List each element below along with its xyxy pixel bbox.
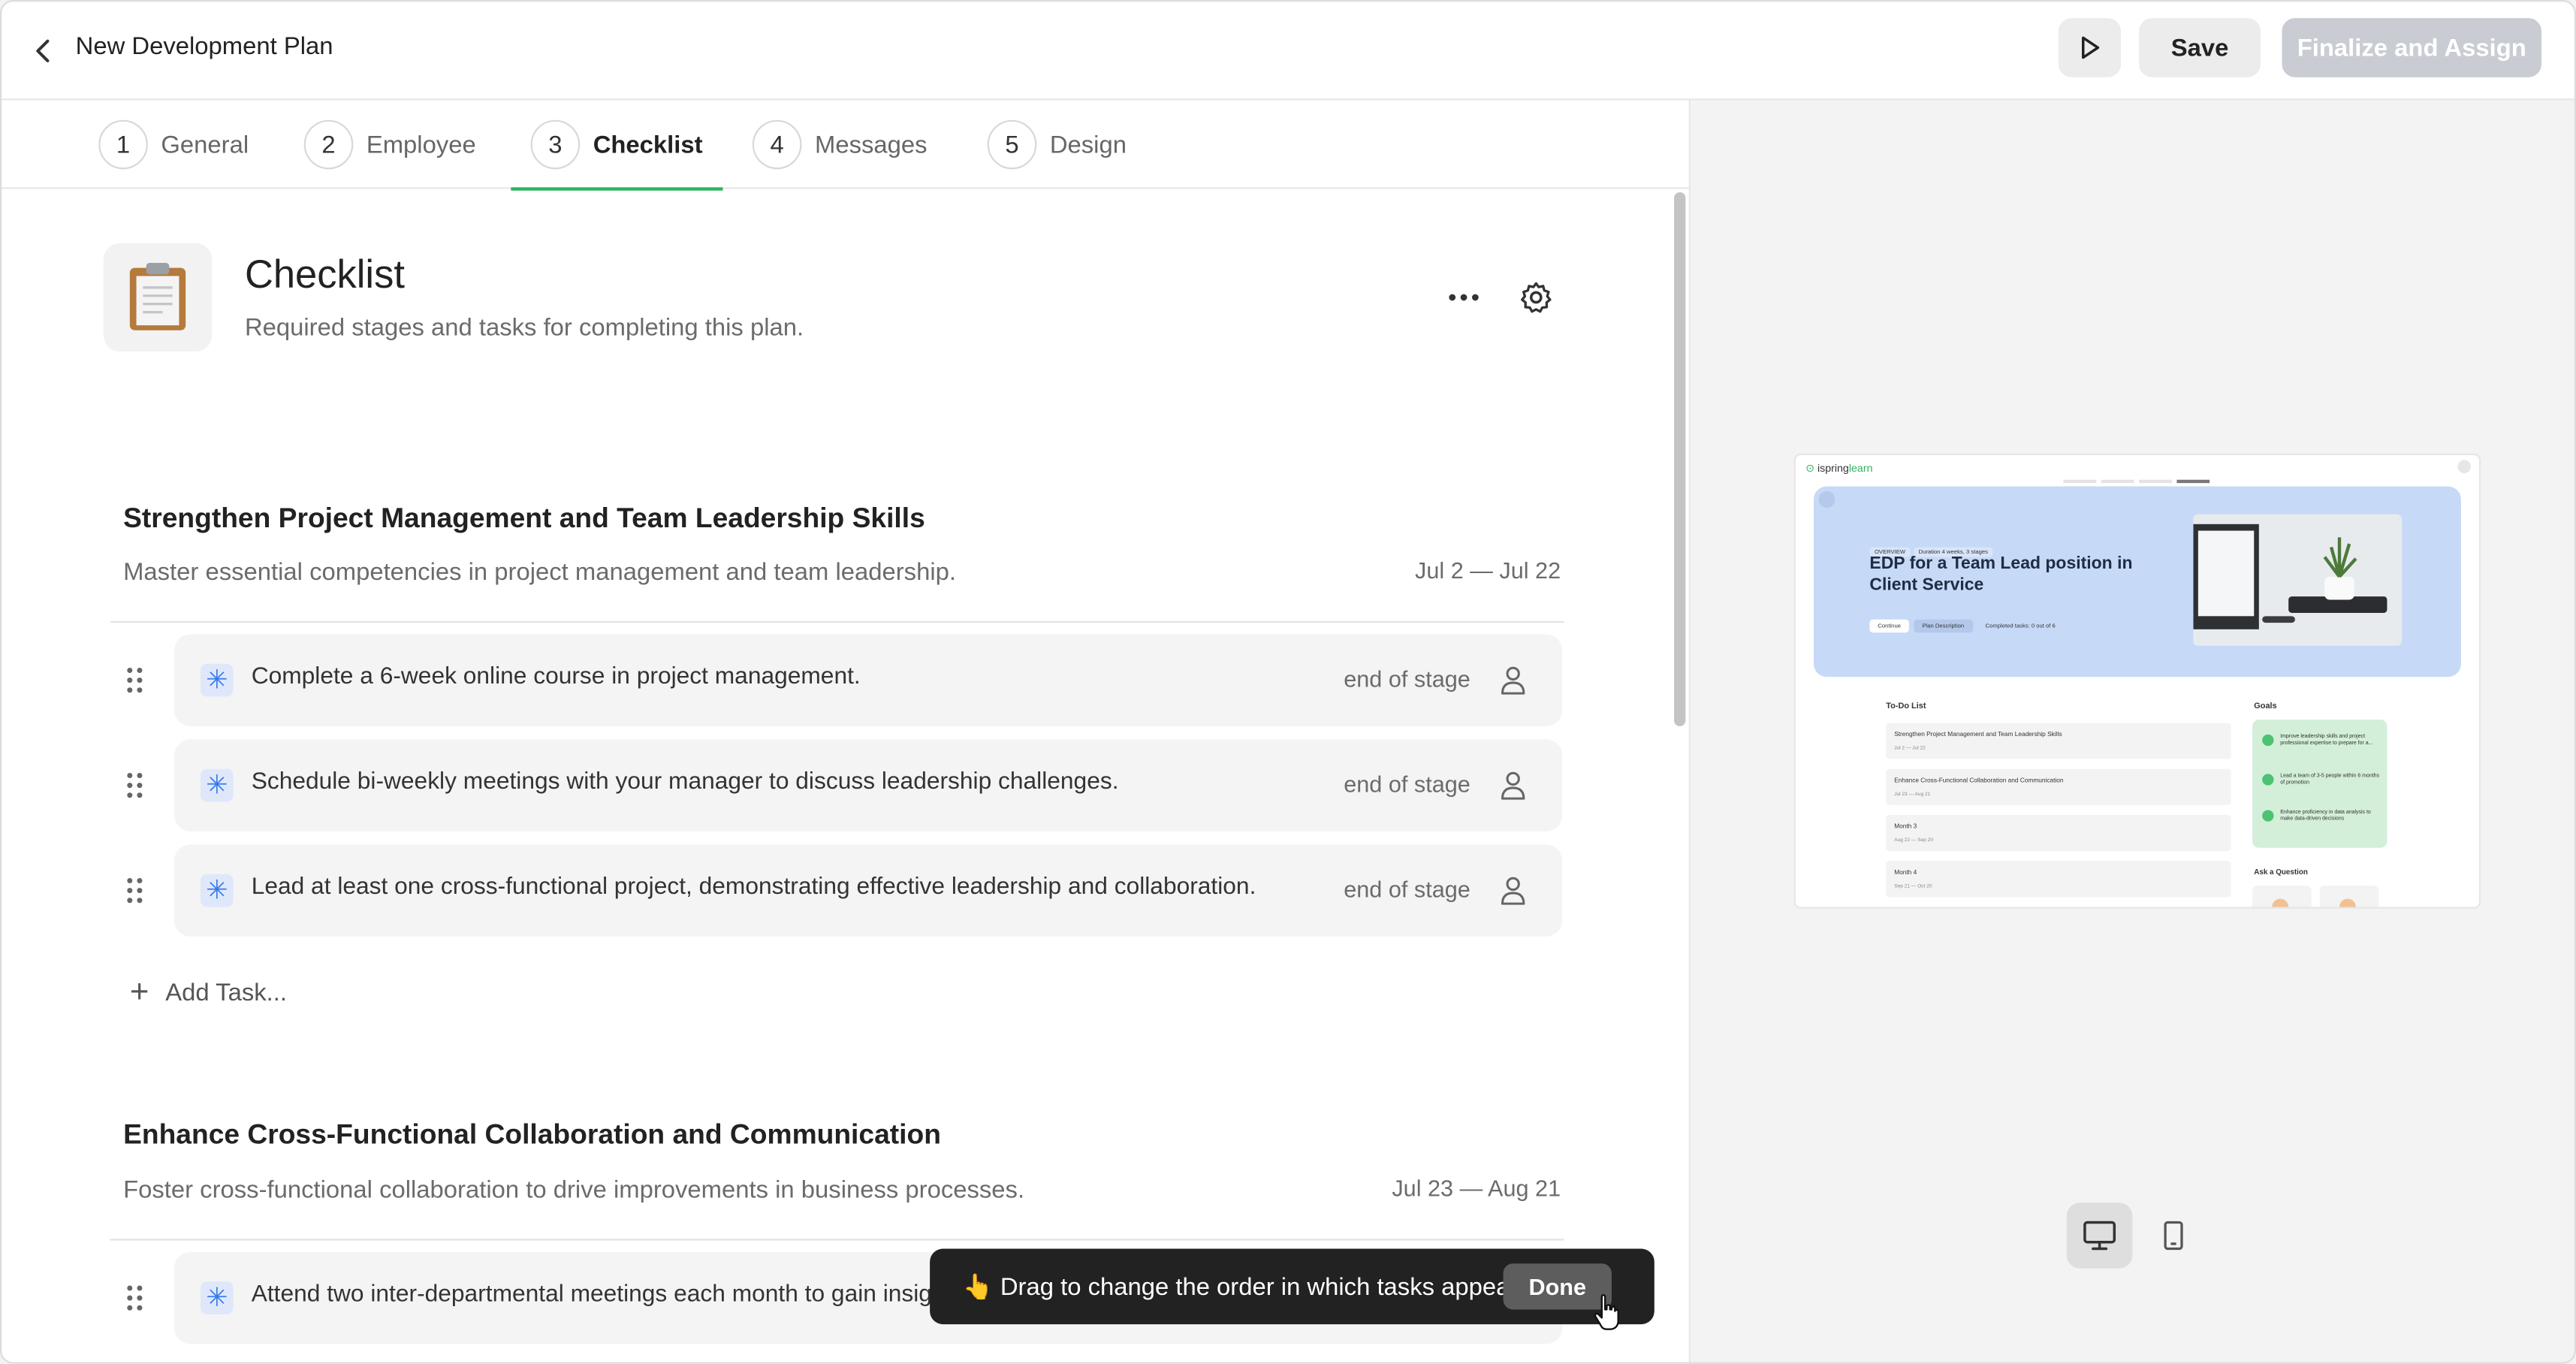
add-task-label: Add Task... [165,978,287,1006]
task-due[interactable]: end of stage [1344,771,1470,797]
checklist-icon-card [103,243,213,352]
desktop-icon [2083,1221,2116,1251]
preview-back-icon [1818,491,1835,508]
preview-ask-title: Ask a Question [2254,868,2308,876]
toast-message: 👆 Drag to change the order in which task… [962,1273,1524,1302]
reorder-toast: 👆 Drag to change the order in which task… [930,1248,1654,1325]
preview-hero: OVERVIEW Duration 4 weeks, 3 stages EDP f… [1814,486,2461,677]
top-bar: New Development Plan Save Finalize and A… [2,2,2574,101]
tab-general[interactable]: 1 General [98,100,249,189]
gear-icon [1521,282,1552,313]
editor-panel: 1 General 2 Employee 3 Checklist 4 Messa… [2,100,1691,1362]
page-title: New Development Plan [75,32,333,61]
user-icon [1501,877,1525,905]
task-due[interactable]: end of stage [1344,665,1470,692]
preview-todo-title: To-Do List [1886,702,1926,712]
stage-dates[interactable]: Jul 23 — Aug 21 [1392,1175,1561,1201]
task-row[interactable]: ✳ Schedule bi-weekly meetings with your … [173,739,1563,831]
pointer-cursor-icon [1594,1294,1619,1330]
drag-handle-icon[interactable] [123,874,146,907]
preview-ask-card [2252,886,2312,907]
preview-logo: ⊙ ispringlearn [1805,463,1873,475]
tab-number: 4 [752,119,802,170]
save-button[interactable]: Save [2139,18,2261,77]
desktop-view-button[interactable] [2066,1203,2133,1269]
tab-label: General [161,130,249,159]
tab-employee[interactable]: 2 Employee [303,100,476,189]
tab-label: Checklist [593,130,703,159]
tab-messages[interactable]: 4 Messages [752,100,928,189]
step-tabs: 1 General 2 Employee 3 Checklist 4 Messa… [2,100,1689,191]
task-text: Complete a 6-week online course in proje… [251,663,861,690]
task-row[interactable]: ✳ Complete a 6-week online course in pro… [173,634,1563,726]
tab-design[interactable]: 5 Design [987,100,1127,189]
plan-preview: ⊙ ispringlearn OVERVIEW Duration 4 weeks,… [1793,453,2481,909]
preview-hero-image [2193,514,2403,646]
task-text: Attend two inter-departmental meetings e… [251,1281,932,1308]
tab-label: Design [1049,130,1127,159]
asterisk-icon: ✳ [200,1281,234,1314]
play-icon [2082,36,2100,59]
asterisk-icon: ✳ [200,768,234,802]
task-text: Lead at least one cross-functional proje… [251,874,1256,901]
preview-todo-item: Month 4 Sep 21 — Oct 20 [1886,861,2231,898]
mobile-view-button[interactable] [2140,1203,2206,1269]
preview-todo-item: Enhance Cross-Functional Collaboration a… [1886,768,2231,805]
preview-ask-card [2319,886,2379,907]
avatar [2457,460,2471,473]
preview-goals-title: Goals [2254,702,2277,712]
assignee-button[interactable] [1493,765,1533,805]
tab-number: 5 [987,119,1037,170]
plus-icon: + [129,974,149,1011]
tab-number: 1 [98,119,148,170]
stage-title[interactable]: Enhance Cross-Functional Collaboration a… [123,1119,941,1152]
checklist-subtitle: Required stages and tasks for completing… [244,313,804,342]
app-window: New Development Plan Save Finalize and A… [0,0,2576,1364]
scrollbar[interactable] [1674,192,1686,726]
drag-handle-icon[interactable] [123,769,146,802]
task-text: Schedule bi-weekly meetings with your ma… [251,768,1119,795]
checklist-title: Checklist [244,252,405,297]
more-horizontal-icon [1449,294,1479,301]
drag-handle-icon[interactable] [123,1281,146,1314]
back-button[interactable] [25,32,65,71]
stage-title[interactable]: Strengthen Project Management and Team L… [123,502,925,536]
preview-hero-title: EDP for a Team Lead position in Client S… [1869,554,2133,596]
stage-description: Master essential competencies in project… [123,558,957,587]
preview-todo-item: Month 3 Aug 22 — Sep 20 [1886,815,2231,852]
task-row[interactable]: ✳ Lead at least one cross-functional pro… [173,844,1563,937]
tab-label: Messages [815,130,928,159]
clipboard-icon [129,263,186,330]
preview-todo-item: Strengthen Project Management and Team L… [1886,723,2231,759]
add-task-button[interactable]: + Add Task... [130,974,287,1010]
more-options-button[interactable] [1440,278,1486,318]
preview-play-button[interactable] [2058,18,2122,77]
stage-description: Foster cross-functional collaboration to… [123,1176,1025,1205]
checklist-settings-button[interactable] [1516,278,1556,318]
task-due[interactable]: end of stage [1344,876,1470,902]
tab-number: 3 [530,119,581,170]
stage-divider [110,1239,1564,1241]
tab-number: 2 [303,119,354,170]
chevron-left-icon [36,39,50,62]
preview-goals: Improve leadership skills and project pr… [2252,720,2387,848]
assignee-button[interactable] [1493,660,1533,700]
user-icon [1501,771,1525,800]
stage-dates[interactable]: Jul 2 — Jul 22 [1415,557,1561,584]
drag-handle-icon[interactable] [123,664,146,697]
asterisk-icon: ✳ [200,874,234,907]
assignee-button[interactable] [1493,871,1533,910]
asterisk-icon: ✳ [200,663,234,697]
user-icon [1501,666,1525,695]
tab-label: Employee [366,130,476,159]
stage-divider [110,620,1564,623]
tab-checklist[interactable]: 3 Checklist [511,100,722,191]
mobile-icon [2164,1221,2183,1251]
preview-hero-buttons: Continue Plan Description Completed tasks:… [1869,611,2068,641]
finalize-and-assign-button[interactable]: Finalize and Assign [2282,18,2542,77]
